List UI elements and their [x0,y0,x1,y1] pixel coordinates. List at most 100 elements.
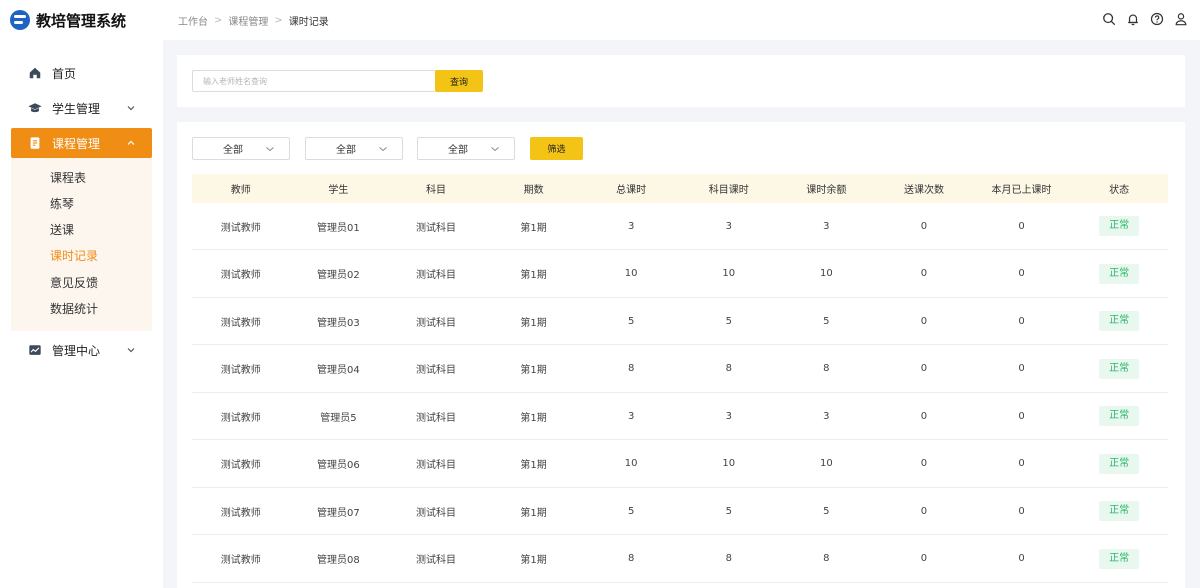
select-value: 全部 [448,145,468,156]
breadcrumb-current: 课时记录 [288,16,329,28]
table-cell: 10 [819,458,833,469]
column-header: 总课时 [616,185,647,196]
table-row[interactable]: 测试教师 管理员06 测试科目 第1期 10 10 10 0 0 正常 [192,441,1168,488]
sidebar-item-management[interactable]: 管理中心 [11,335,152,365]
table-cell: 管理员03 [317,317,360,329]
filter-select-2[interactable]: 全部 [305,137,403,160]
filter-select-1[interactable]: 全部 [192,137,290,160]
breadcrumb-item[interactable]: 课程管理 [228,13,268,28]
chevron-up-icon [127,140,135,145]
table-cell: 测试科目 [415,460,456,471]
status-badge: 正常 [1099,311,1140,331]
table-cell: 测试教师 [220,412,261,424]
table-cell: 第1期 [520,555,547,566]
breadcrumb-item[interactable]: 工作台 [178,13,208,28]
search-panel: 查询 [177,55,1185,107]
sidebar: 首页 学生管理 课程管理 课程表 练琴 送课 课时记录 意见反馈 数据统计 管理… [0,40,163,588]
table-cell: 测试科目 [415,317,456,329]
home-icon [29,67,41,79]
top-bar: 教培管理系统 工作台 > 课程管理 > 课时记录 [0,0,1200,40]
table-cell: 测试教师 [220,270,261,281]
table-row[interactable]: 测试教师 管理员04 测试科目 第1期 8 8 8 0 0 正常 [192,346,1168,393]
table-cell: 0 [920,505,928,517]
status-cell: 正常 [1070,358,1168,379]
column-header: 本月已上课时 [991,185,1052,196]
table-cell: 0 [1018,220,1025,232]
bell-icon[interactable] [1126,12,1140,26]
chevron-down-icon [266,147,274,152]
table-cell: 测试教师 [220,555,261,566]
table-cell: 测试科目 [415,412,456,424]
status-cell: 正常 [1070,406,1168,426]
table-row[interactable]: 测试教师 管理员08 测试科目 第1期 8 8 8 0 0 正常 [192,536,1168,583]
table-cell: 管理员07 [317,507,360,519]
table-cell: 10 [624,458,638,469]
submenu-item-feedback[interactable]: 意见反馈 [50,275,98,291]
select-value: 全部 [223,145,243,156]
table-cell: 0 [1018,410,1025,422]
table-row[interactable]: 测试教师 管理员07 测试科目 第1期 5 5 5 0 0 正常 [192,488,1168,535]
status-cell: 正常 [1070,548,1168,569]
submenu-item-gift-lessons[interactable]: 送课 [50,222,74,238]
filter-button[interactable]: 筛选 [530,137,583,160]
table-cell: 10 [819,268,833,279]
sidebar-item-students[interactable]: 学生管理 [11,93,152,123]
status-badge: 正常 [1099,453,1140,474]
sidebar-item-courses[interactable]: 课程管理 [11,128,152,158]
user-icon[interactable] [1174,12,1188,26]
table-cell: 5 [725,315,732,327]
dashboard-icon [29,345,41,355]
records-panel: 全部 全部 全部 筛选 教师 学生 科目 期数 总课时 科目课时 课时余额 送课… [177,122,1185,588]
status-badge: 正常 [1099,548,1140,569]
table-row[interactable]: 测试教师 管理员5 测试科目 第1期 3 3 3 0 0 正常 [192,393,1168,440]
search-icon[interactable] [1102,12,1116,26]
table-cell: 管理员06 [317,460,360,471]
brand[interactable]: 教培管理系统 [0,10,163,31]
table-cell: 3 [823,410,830,422]
table-cell: 8 [725,363,732,374]
table-cell: 3 [627,220,635,232]
app-title: 教培管理系统 [36,11,127,30]
column-header: 学生 [328,185,349,196]
table-cell: 测试科目 [415,365,456,376]
submenu-item-practice[interactable]: 练琴 [50,196,74,212]
table-cell: 第1期 [520,270,547,281]
sidebar-item-label: 首页 [52,66,77,81]
table-cell: 8 [627,363,635,374]
teacher-search-input[interactable] [192,70,435,92]
column-header: 课时余额 [806,185,847,196]
table-header: 教师 学生 科目 期数 总课时 科目课时 课时余额 送课次数 本月已上课时 状态 [192,174,1168,203]
column-header: 教师 [230,185,251,196]
table-row[interactable]: 测试教师 管理员02 测试科目 第1期 10 10 10 0 0 正常 [192,251,1168,298]
table-cell: 0 [920,315,928,327]
sidebar-item-label: 课程管理 [52,136,101,151]
filter-select-3[interactable]: 全部 [417,137,515,160]
select-value: 全部 [336,145,356,156]
chevron-down-icon [491,147,499,152]
search-button[interactable]: 查询 [435,70,483,92]
table-cell: 测试教师 [220,507,261,519]
table-row[interactable]: 测试教师 管理员03 测试科目 第1期 5 5 5 0 0 正常 [192,298,1168,345]
breadcrumb-separator-icon: > [274,14,283,26]
table-cell: 0 [1018,458,1025,469]
submenu-item-schedule[interactable]: 课程表 [50,170,86,186]
table-cell: 0 [1018,363,1025,374]
table-cell: 8 [627,553,635,564]
table-cell: 第1期 [520,222,547,234]
table-cell: 第1期 [520,317,547,329]
sidebar-item-home[interactable]: 首页 [11,58,152,88]
table-cell: 8 [823,363,830,374]
header-actions [1102,12,1188,26]
submenu-item-statistics[interactable]: 数据统计 [50,301,98,317]
table-cell: 测试科目 [415,555,456,566]
table-cell: 测试教师 [220,222,261,234]
table-cell: 0 [920,220,928,232]
help-icon[interactable] [1150,12,1164,26]
table-cell: 管理员02 [317,270,360,281]
table-cell: 10 [624,268,638,279]
table-cell: 管理员08 [317,555,360,566]
table-cell: 0 [920,363,928,374]
table-row[interactable]: 测试教师 管理员01 测试科目 第1期 3 3 3 0 0 正常 [192,203,1168,250]
table-cell: 3 [823,220,830,232]
submenu-item-lesson-records[interactable]: 课时记录 [50,248,98,264]
